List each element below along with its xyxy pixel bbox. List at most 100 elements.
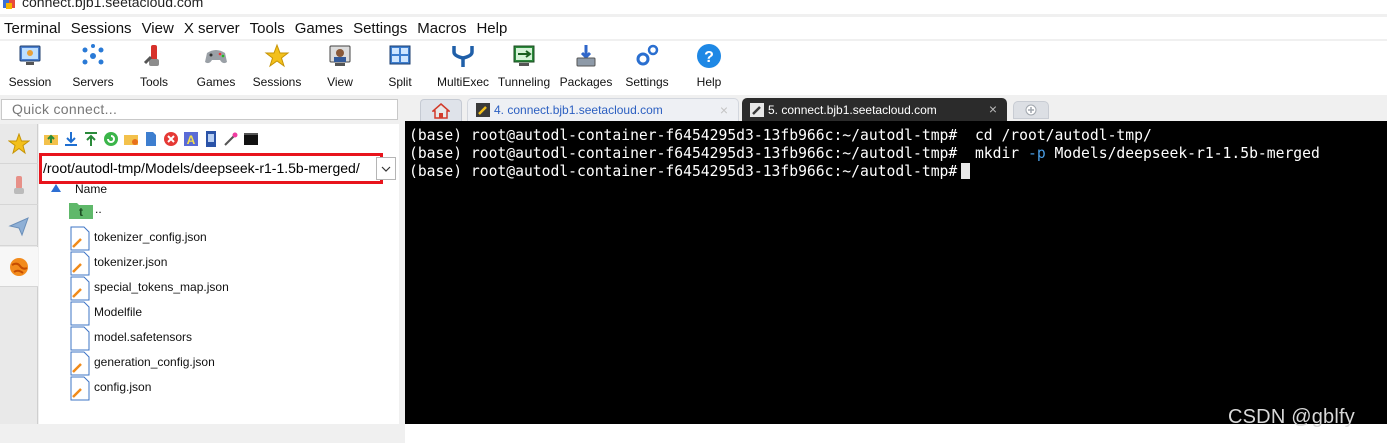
name-column-header[interactable]: Name <box>39 182 399 198</box>
sidebar-tab-sftp[interactable] <box>0 247 38 287</box>
new-tab-button[interactable] <box>1013 101 1049 119</box>
servers-icon <box>82 44 104 65</box>
settings-icon <box>636 44 659 66</box>
upload-button[interactable] <box>82 131 99 148</box>
terminal-icon <box>243 133 258 145</box>
magic-wand-icon <box>223 132 237 146</box>
open-terminal-button[interactable] <box>242 131 259 148</box>
ssh-session-icon <box>476 103 490 117</box>
globe-icon <box>10 257 28 276</box>
menu-help[interactable]: Help <box>471 20 512 37</box>
sessions-button[interactable]: Sessions <box>252 41 302 95</box>
menu-view[interactable]: View <box>137 20 179 37</box>
menu-macros[interactable]: Macros <box>412 20 471 37</box>
download-icon <box>64 132 77 146</box>
multiexec-button[interactable]: MultiExec <box>434 41 492 95</box>
tools-button[interactable]: Tools <box>134 41 174 95</box>
refresh-button[interactable] <box>102 131 119 148</box>
servers-button[interactable]: Servers <box>68 41 118 95</box>
menu-games[interactable]: Games <box>290 20 348 37</box>
follow-terminal-button[interactable] <box>222 131 239 148</box>
file-row-tokenizer[interactable]: tokenizer.json <box>39 250 399 276</box>
ssh-session-icon <box>750 102 764 117</box>
properties-button[interactable] <box>202 131 219 148</box>
tunneling-button[interactable]: Tunneling <box>495 41 553 95</box>
sftp-toolbar: A <box>39 129 259 149</box>
chevron-down-icon <box>381 166 391 172</box>
terminal-line: (base) root@autodl-container-f6454295d3-… <box>409 145 1320 162</box>
window-title: connect.bjb1.seetacloud.com <box>22 0 204 10</box>
file-row-special-tokens-map[interactable]: special_tokens_map.json <box>39 275 399 301</box>
tab-session-4[interactable]: 4. connect.bjb1.seetacloud.com × <box>467 98 739 121</box>
parent-folder-button[interactable] <box>42 131 59 148</box>
menu-tools[interactable]: Tools <box>245 20 290 37</box>
games-button[interactable]: Games <box>194 41 238 95</box>
path-history-dropdown[interactable] <box>376 157 396 180</box>
star-icon <box>8 132 30 154</box>
split-button[interactable]: Split <box>383 41 417 95</box>
multiexec-icon <box>452 46 474 67</box>
settings-button[interactable]: Settings <box>624 41 670 95</box>
tab-label: 4. connect.bjb1.seetacloud.com <box>494 103 663 117</box>
home-tab[interactable] <box>420 99 462 121</box>
file-icon <box>70 251 90 276</box>
split-icon <box>389 45 411 65</box>
parent-directory-row[interactable]: t .. <box>39 200 399 225</box>
menu-settings[interactable]: Settings <box>348 20 412 37</box>
session-button[interactable]: Session <box>7 41 53 95</box>
new-folder-button[interactable] <box>122 131 139 148</box>
view-button[interactable]: View <box>322 41 358 95</box>
blank-file-icon <box>70 301 90 326</box>
packages-button[interactable]: Packages <box>559 41 613 95</box>
rename-button[interactable]: A <box>182 131 199 148</box>
file-row-generation-config[interactable]: generation_config.json <box>39 350 399 376</box>
plus-icon <box>1025 104 1037 116</box>
sidebar-tabs <box>0 124 38 424</box>
refresh-icon <box>103 132 118 146</box>
folder-up-icon <box>43 134 58 145</box>
watermark: CSDN @gblfy <box>1228 406 1355 428</box>
file-row-modelfile[interactable]: Modelfile <box>39 300 399 326</box>
file-row-tokenizer-config[interactable]: tokenizer_config.json <box>39 225 399 251</box>
app-logo-icon <box>3 0 15 9</box>
svg-text:?: ? <box>704 49 714 66</box>
sessions-star-icon <box>264 43 290 68</box>
properties-icon <box>205 131 216 147</box>
svg-text:A: A <box>186 133 195 147</box>
menu-x-server[interactable]: X server <box>179 20 245 37</box>
close-tab-icon[interactable]: × <box>720 102 728 118</box>
sidebar-tab-macros[interactable] <box>0 206 38 246</box>
blank-file-icon <box>70 326 90 351</box>
delete-button[interactable] <box>162 131 179 148</box>
help-button[interactable]: ? Help <box>693 41 725 95</box>
terminal-pane[interactable]: (base) root@autodl-container-f6454295d3-… <box>405 121 1387 424</box>
sort-ascending-icon <box>51 184 61 192</box>
download-button[interactable] <box>62 131 79 148</box>
sidebar-tab-tools[interactable] <box>0 165 38 205</box>
svg-text:t: t <box>79 205 83 219</box>
tunneling-icon <box>513 45 535 66</box>
title-bar: connect.bjb1.seetacloud.com <box>0 0 1387 14</box>
terminal-cursor <box>961 163 971 179</box>
tab-session-5[interactable]: 5. connect.bjb1.seetacloud.com × <box>742 98 1007 121</box>
new-file-icon <box>145 132 156 146</box>
file-row-model-safetensors[interactable]: model.safetensors <box>39 325 399 351</box>
menu-terminal[interactable]: Terminal <box>0 20 66 37</box>
sidebar-tab-sessions[interactable] <box>0 124 38 164</box>
menu-bar: Terminal Sessions View X server Tools Ga… <box>0 17 1387 39</box>
home-icon <box>432 102 450 119</box>
packages-icon <box>576 45 596 67</box>
left-panel-footer <box>0 424 400 443</box>
games-icon <box>205 50 227 64</box>
menu-sessions[interactable]: Sessions <box>66 20 137 37</box>
parent-folder-icon: t <box>69 203 93 219</box>
remote-path-field[interactable]: /root/autodl-tmp/Models/deepseek-r1-1.5b… <box>39 153 383 184</box>
session-icon <box>19 45 41 65</box>
tab-label: 5. connect.bjb1.seetacloud.com <box>768 102 937 117</box>
file-row-config[interactable]: config.json <box>39 375 399 401</box>
tools-icon <box>143 45 159 66</box>
new-file-button[interactable] <box>142 131 159 148</box>
delete-icon <box>163 132 178 146</box>
quick-connect-input[interactable]: Quick connect... <box>1 99 398 120</box>
close-tab-icon[interactable]: × <box>989 101 997 117</box>
